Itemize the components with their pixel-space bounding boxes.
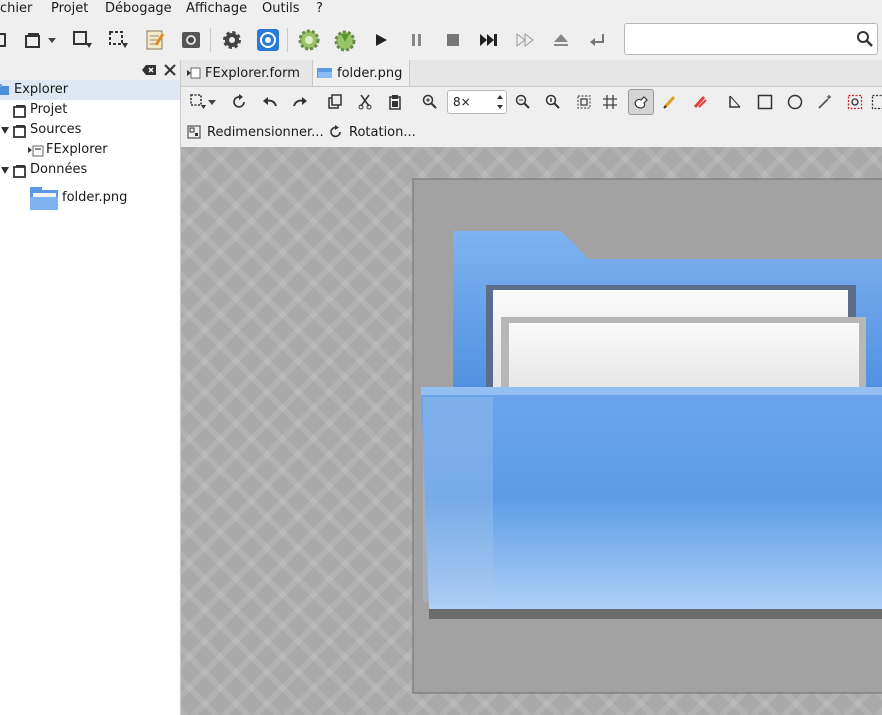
tree-item-label: FExplorer	[46, 142, 108, 157]
toolbar-separator	[287, 28, 288, 52]
resize-icon	[187, 125, 201, 139]
form-icon	[28, 145, 44, 157]
forward-icon[interactable]	[512, 27, 538, 53]
tree-item-projet[interactable]: Projet	[0, 100, 180, 120]
toolbar-separator	[210, 28, 211, 52]
zoom-out-icon[interactable]	[512, 91, 534, 113]
tab-fexplorer-form[interactable]: FExplorer.form	[181, 60, 311, 86]
folder-paper-front	[509, 323, 859, 397]
project-icon	[13, 125, 26, 138]
menu-projet[interactable]: Projet	[51, 1, 88, 16]
help-icon[interactable]	[255, 27, 281, 53]
tab-label: folder.png	[337, 65, 403, 81]
color-select-icon[interactable]	[844, 91, 866, 113]
save-all-icon[interactable]	[106, 27, 132, 53]
expand-arrow-icon[interactable]	[1, 127, 9, 134]
line-tool-icon[interactable]	[724, 91, 746, 113]
run-icon[interactable]	[368, 27, 394, 53]
folder-icon	[317, 68, 332, 78]
tree-item-label: folder.png	[62, 190, 128, 205]
eraser-icon[interactable]	[689, 91, 711, 113]
search-input[interactable]	[624, 23, 878, 55]
tree-item-folder-png[interactable]: folder.png	[0, 182, 180, 214]
folder-bottom-shadow	[429, 609, 882, 619]
properties-icon[interactable]	[142, 27, 168, 53]
cut-icon[interactable]	[354, 91, 376, 113]
menu-debogage[interactable]: Débogage	[105, 1, 172, 16]
save-icon[interactable]	[70, 27, 96, 53]
zoom-value: 8×	[453, 95, 471, 109]
zoom-fit-icon[interactable]	[573, 91, 595, 113]
zoom-in-icon[interactable]	[419, 91, 441, 113]
tree-item-label: Données	[30, 162, 88, 177]
move-tool-icon[interactable]	[628, 89, 654, 115]
tree-item-label: Explorer	[14, 82, 69, 97]
image-action-bar: Redimensionner... Rotation...	[181, 117, 882, 147]
undo-icon[interactable]	[259, 91, 281, 113]
tab-label: FExplorer.form	[205, 65, 300, 81]
project-icon	[13, 165, 26, 178]
eject-icon[interactable]	[548, 27, 574, 53]
rotate-button[interactable]: Rotation...	[329, 122, 416, 142]
magic-wand-icon[interactable]	[814, 91, 836, 113]
expand-arrow-icon[interactable]	[1, 167, 9, 174]
editor-tabs: FExplorer.form folder.png	[181, 60, 882, 87]
folder-icon	[30, 187, 58, 210]
zoom-spinbox[interactable]: 8×	[447, 90, 507, 114]
pencil-icon[interactable]	[659, 91, 681, 113]
menu-fichier[interactable]: chier	[0, 1, 32, 16]
open-project-icon[interactable]	[20, 27, 46, 53]
tree-item-fexplorer[interactable]: FExplorer	[0, 140, 180, 160]
make-executable-icon[interactable]	[332, 27, 358, 53]
screenshot-icon[interactable]	[178, 27, 204, 53]
folder-highlight	[423, 397, 493, 602]
chevron-down-icon[interactable]	[44, 27, 60, 53]
return-icon[interactable]	[584, 27, 610, 53]
step-icon[interactable]	[476, 27, 502, 53]
settings-icon[interactable]	[219, 27, 245, 53]
stop-icon[interactable]	[440, 27, 466, 53]
rectangle-tool-icon[interactable]	[754, 91, 776, 113]
tree-item-donnees[interactable]: Données	[0, 160, 180, 180]
image-toolbar: 8×	[181, 87, 882, 117]
grid-icon[interactable]	[599, 91, 621, 113]
pause-icon[interactable]	[404, 27, 430, 53]
ellipse-tool-icon[interactable]	[784, 91, 806, 113]
compile-icon[interactable]	[296, 27, 322, 53]
close-icon[interactable]	[162, 62, 178, 78]
menu-outils[interactable]: Outils	[262, 1, 300, 16]
redo-icon[interactable]	[289, 91, 311, 113]
resize-label: Redimensionner...	[207, 124, 324, 140]
clear-icon[interactable]	[141, 62, 157, 78]
zoom-normal-icon[interactable]	[542, 91, 564, 113]
project-icon	[13, 105, 26, 118]
resize-button[interactable]: Redimensionner...	[187, 122, 324, 142]
tree-item-label: Sources	[30, 122, 82, 137]
rotate-label: Rotation...	[349, 124, 416, 140]
tree-item-label: Projet	[30, 102, 68, 117]
copy-icon[interactable]	[324, 91, 346, 113]
form-icon	[187, 67, 201, 79]
paste-icon[interactable]	[384, 91, 406, 113]
image-canvas[interactable]	[181, 147, 882, 715]
folder-icon	[0, 84, 9, 95]
more-tools-icon[interactable]	[871, 91, 882, 113]
new-project-icon[interactable]	[0, 27, 12, 53]
menu-bar: chier Projet Débogage Affichage Outils ?	[0, 0, 882, 20]
folder-front-edge	[421, 387, 882, 395]
rotate-icon[interactable]	[229, 91, 251, 113]
menu-help[interactable]: ?	[316, 1, 323, 16]
spin-arrows-icon[interactable]	[496, 94, 504, 110]
search-icon[interactable]	[856, 30, 874, 48]
tree-item-explorer[interactable]: Explorer	[0, 80, 180, 100]
rotate-icon	[330, 125, 341, 138]
chevron-down-icon[interactable]	[205, 91, 219, 113]
tree-item-sources[interactable]: Sources	[0, 120, 180, 140]
tab-folder-png[interactable]: folder.png	[312, 60, 410, 86]
zoomed-folder-image[interactable]	[181, 147, 882, 715]
menu-affichage[interactable]: Affichage	[186, 1, 247, 16]
explorer-panel-header	[0, 60, 180, 80]
